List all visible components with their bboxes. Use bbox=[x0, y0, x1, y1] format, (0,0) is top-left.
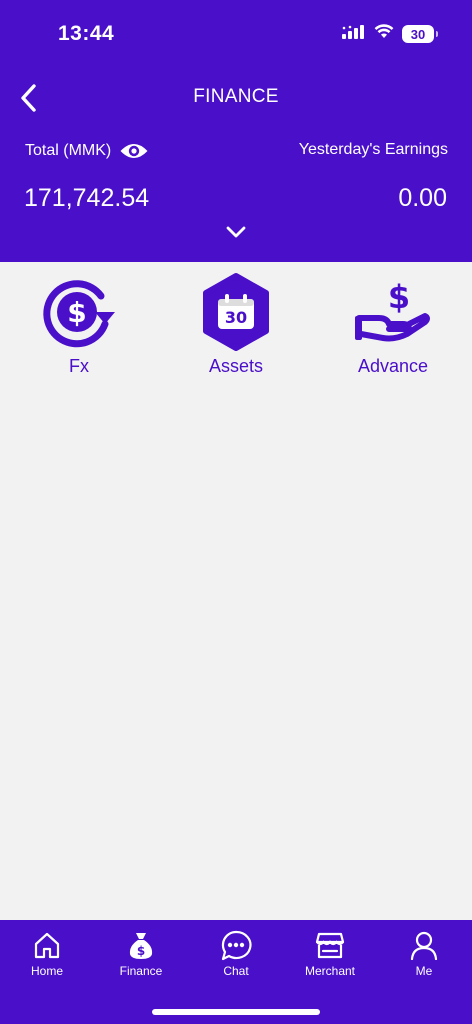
person-icon bbox=[407, 928, 441, 962]
finance-header: 13:44 30 FINANCE Total (MMK) Yesterday's… bbox=[0, 0, 472, 262]
service-assets[interactable]: 30 Assets bbox=[176, 272, 296, 382]
earnings-value: 0.00 bbox=[398, 184, 447, 212]
total-balance-label: Total (MMK) bbox=[25, 140, 149, 162]
home-icon bbox=[30, 928, 64, 962]
title-bar: FINANCE bbox=[0, 76, 472, 120]
nav-item-me[interactable]: Me bbox=[379, 928, 469, 988]
nav-item-finance[interactable]: $ Finance bbox=[96, 928, 186, 988]
nav-label-chat: Chat bbox=[223, 964, 249, 978]
status-time: 13:44 bbox=[58, 22, 115, 45]
page-title: FINANCE bbox=[193, 86, 279, 107]
bottom-nav: Home $ Finance Chat Merchant Me bbox=[0, 920, 472, 1024]
store-icon bbox=[313, 928, 347, 962]
svg-text:$: $ bbox=[67, 296, 86, 329]
nav-label-finance: Finance bbox=[119, 964, 163, 978]
wifi-icon bbox=[374, 24, 394, 44]
currency-exchange-icon: $ bbox=[39, 272, 119, 352]
calendar-30-icon: 30 bbox=[196, 272, 276, 352]
nav-item-home[interactable]: Home bbox=[2, 928, 92, 988]
service-label-fx: Fx bbox=[69, 356, 89, 376]
hand-dollar-icon: $ bbox=[353, 272, 433, 352]
nav-item-chat[interactable]: Chat bbox=[191, 928, 281, 988]
expand-button[interactable] bbox=[222, 220, 250, 244]
nav-label-home: Home bbox=[30, 964, 63, 978]
service-label-advance: Advance bbox=[357, 356, 429, 376]
service-advance[interactable]: $ Advance bbox=[333, 272, 453, 382]
signal-icon bbox=[342, 24, 366, 44]
status-bar: 13:44 30 bbox=[0, 0, 472, 70]
service-fx[interactable]: $ Fx bbox=[19, 272, 139, 382]
chat-bubble-icon bbox=[219, 928, 253, 962]
earnings-label: Yesterday's Earnings bbox=[298, 141, 448, 158]
nav-label-merchant: Merchant bbox=[304, 964, 356, 978]
calendar-badge-text: 30 bbox=[225, 308, 247, 327]
battery-icon: 30 bbox=[402, 25, 438, 43]
status-icons: 30 bbox=[342, 24, 438, 44]
total-balance-value: 171,742.54 bbox=[24, 184, 150, 212]
service-label-assets: Assets bbox=[208, 356, 264, 376]
money-bag-icon: $ bbox=[124, 928, 158, 962]
total-label-text: Total (MMK) bbox=[25, 142, 112, 159]
home-indicator[interactable] bbox=[152, 1009, 320, 1015]
svg-text:$: $ bbox=[388, 278, 410, 316]
services-grid: $ Fx 30 Assets $ Advance bbox=[0, 262, 472, 392]
chevron-down-icon bbox=[226, 226, 246, 238]
toggle-visibility-button[interactable] bbox=[119, 140, 149, 162]
eye-icon bbox=[120, 144, 148, 158]
nav-label-me: Me bbox=[415, 964, 433, 978]
nav-item-merchant[interactable]: Merchant bbox=[285, 928, 375, 988]
svg-text:$: $ bbox=[137, 944, 145, 958]
